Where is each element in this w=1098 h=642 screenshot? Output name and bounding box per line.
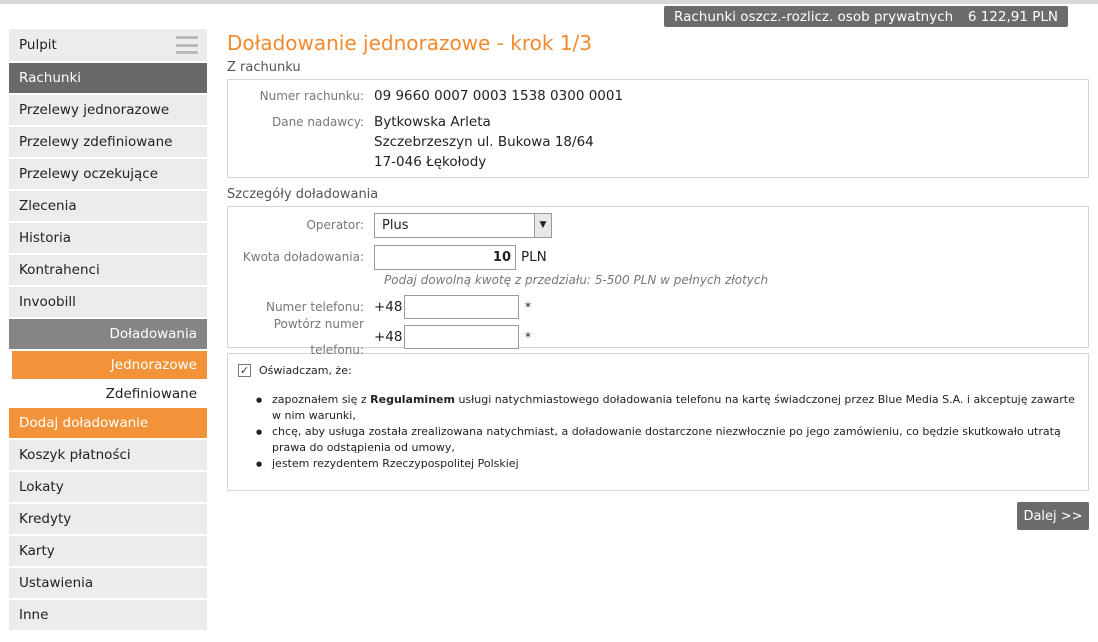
account-balance: 6 122,91 PLN (967, 8, 1058, 25)
operator-select[interactable]: Plus ▼ (374, 212, 552, 238)
from-account-section-label: Z rachunku (227, 60, 301, 75)
phone-repeat-label: Powtórz numer telefonu: (273, 317, 364, 357)
dropdown-arrow-icon[interactable]: ▼ (534, 213, 551, 237)
sidebar-item-lokaty[interactable]: Lokaty (9, 472, 207, 502)
sidebar-subitem-jednorazowe[interactable]: Jednorazowe (9, 351, 207, 379)
sender-name: Bytkowska Arleta (374, 114, 491, 130)
sidebar-subitem-zdefiniowane[interactable]: Zdefiniowane (9, 379, 207, 408)
sidebar-item-invoobill[interactable]: Invoobill (9, 287, 207, 317)
account-number-label: Numer rachunku: (259, 89, 364, 103)
sidebar-item-label: Historia (19, 230, 72, 246)
sidebar-item-doladowania[interactable]: Doładowania (9, 319, 207, 349)
sidebar: Pulpit Rachunki Przelewy jednorazowe Prz… (9, 29, 207, 632)
declaration-box: ✓ Oświadczam, że: zapoznałem się z Regul… (227, 353, 1089, 491)
declaration-item-immediate: chcę, aby usługa została zrealizowana na… (256, 424, 1078, 456)
account-name: Rachunki oszcz.-rozlicz. osob prywatnych (674, 8, 954, 25)
sidebar-item-pulpit[interactable]: Pulpit (9, 29, 207, 61)
declaration-item-resident: jestem rezydentem Rzeczypospolitej Polsk… (256, 456, 1078, 472)
sidebar-item-koszyk-platnosci[interactable]: Koszyk płatności (9, 440, 207, 470)
amount-hint: Podaj dowolną kwotę z przedziału: 5-500 … (384, 273, 769, 287)
required-mark: * (525, 300, 531, 314)
sidebar-item-label: Jednorazowe (110, 357, 197, 373)
details-section-label: Szczegóły doładowania (227, 187, 379, 202)
sidebar-item-label: Inne (19, 607, 49, 623)
required-mark: * (525, 330, 531, 344)
next-button[interactable]: Dalej >> (1017, 502, 1089, 530)
sidebar-item-kredyty[interactable]: Kredyty (9, 504, 207, 534)
sidebar-item-label: Kontrahenci (19, 262, 100, 278)
sidebar-item-rachunki[interactable]: Rachunki (9, 63, 207, 93)
amount-label: Kwota doładowania: (242, 250, 364, 264)
sender-data: Bytkowska Arleta Szczebrzeszyn ul. Bukow… (374, 112, 594, 172)
amount-unit: PLN (521, 249, 547, 265)
sidebar-item-label: Zdefiniowane (105, 385, 197, 402)
from-account-box: Numer rachunku: 09 9660 0007 0003 1538 0… (227, 79, 1089, 178)
phone-repeat-input[interactable] (404, 325, 519, 349)
sidebar-item-historia[interactable]: Historia (9, 223, 207, 253)
regulamin-link[interactable]: Regulaminem (370, 393, 455, 406)
sidebar-item-karty[interactable]: Karty (9, 536, 207, 566)
sidebar-item-label: Przelewy zdefiniowane (19, 134, 173, 150)
sidebar-item-label: Ustawienia (19, 575, 94, 591)
sidebar-item-label: Dodaj doładowanie (19, 415, 149, 431)
sidebar-item-zlecenia[interactable]: Zlecenia (9, 191, 207, 221)
menu-icon[interactable] (176, 36, 198, 54)
sidebar-item-label: Koszyk płatności (19, 447, 131, 463)
sidebar-item-label: Pulpit (19, 37, 57, 53)
sidebar-item-label: Karty (19, 543, 55, 559)
sidebar-item-label: Rachunki (19, 70, 82, 86)
declaration-item-regulamin: zapoznałem się z Regulaminem usługi naty… (256, 392, 1078, 424)
sender-city: 17-046 Łękołody (374, 154, 487, 170)
operator-value: Plus (382, 217, 409, 233)
declaration-checkbox[interactable]: ✓ (238, 363, 251, 377)
sidebar-item-label: Lokaty (19, 479, 64, 495)
sidebar-item-label: Doładowania (109, 326, 198, 342)
operator-label: Operator: (306, 218, 364, 232)
amount-input[interactable]: 10 (374, 244, 516, 270)
declaration-list: zapoznałem się z Regulaminem usługi naty… (238, 392, 1078, 472)
sidebar-item-przelewy-jednorazowe[interactable]: Przelewy jednorazowe (9, 95, 207, 125)
details-box: Operator: Plus ▼ Kwota doładowania: 10 P… (227, 206, 1089, 357)
phone-input[interactable] (404, 295, 519, 319)
declaration-heading: Oświadczam, że: (259, 363, 352, 377)
sidebar-item-dodaj-doladowanie[interactable]: Dodaj doładowanie (9, 408, 207, 438)
sidebar-item-przelewy-oczekujace[interactable]: Przelewy oczekujące (9, 159, 207, 189)
sidebar-item-label: Zlecenia (19, 198, 77, 214)
page-title: Doładowanie jednorazowe - krok 1/3 (227, 31, 593, 55)
sidebar-item-label: Przelewy jednorazowe (19, 102, 170, 118)
top-strip (0, 0, 1098, 4)
sidebar-item-label: Przelewy oczekujące (19, 166, 159, 182)
account-selector[interactable]: Rachunki oszcz.-rozlicz. osob prywatnych… (664, 6, 1068, 27)
phone-repeat-prefix: +48 (374, 329, 403, 345)
sidebar-item-ustawienia[interactable]: Ustawienia (9, 568, 207, 598)
sidebar-item-przelewy-zdefiniowane[interactable]: Przelewy zdefiniowane (9, 127, 207, 157)
sidebar-item-label: Invoobill (19, 294, 76, 310)
sidebar-item-inne[interactable]: Inne (9, 600, 207, 630)
main-content: Doładowanie jednorazowe - krok 1/3 Z rac… (227, 30, 1089, 491)
account-number-value: 09 9660 0007 0003 1538 0300 0001 (374, 88, 624, 104)
sender-street: Szczebrzeszyn ul. Bukowa 18/64 (374, 134, 594, 150)
sender-label: Dane nadawcy: (271, 115, 364, 129)
sidebar-item-kontrahenci[interactable]: Kontrahenci (9, 255, 207, 285)
sidebar-item-label: Kredyty (19, 511, 72, 527)
phone-prefix: +48 (374, 299, 403, 315)
